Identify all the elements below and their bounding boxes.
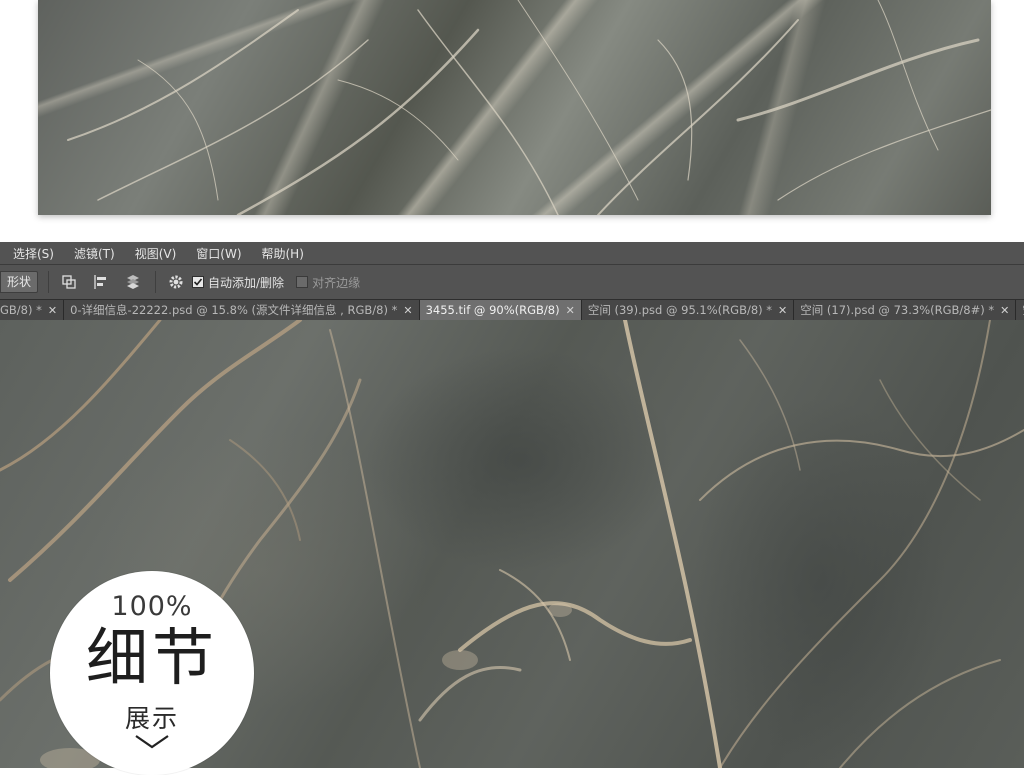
tab-document-active[interactable]: 3455.tif @ 90%(RGB/8) ✕ (419, 300, 582, 320)
shape-mode-dropdown[interactable]: 形状 (0, 271, 39, 293)
menu-window[interactable]: 窗口(W) (189, 245, 248, 262)
align-edges-checkbox[interactable] (296, 276, 309, 288)
options-bar: 形状 自动添加/删除 对齐边缘 (0, 265, 1024, 300)
close-icon[interactable]: ✕ (1000, 304, 1009, 317)
path-operations-icon[interactable] (57, 270, 81, 294)
badge-percent: 100% (111, 591, 193, 622)
tab-document[interactable]: 空间 (17).psd @ 73.3%(RGB/8#) * ✕ (794, 300, 1017, 320)
tab-document[interactable]: 0-详细信息-22222.psd @ 15.8% (源文件详细信息 , RGB/… (64, 300, 420, 320)
menu-view[interactable]: 视图(V) (128, 245, 184, 262)
tab-label: 空间 (39).psd @ 95.1%(RGB/8) * (587, 303, 773, 317)
close-icon[interactable]: ✕ (778, 304, 787, 317)
preview-area (0, 0, 1024, 242)
close-icon[interactable]: ✕ (566, 304, 575, 317)
close-icon[interactable]: ✕ (48, 304, 57, 317)
close-icon[interactable]: ✕ (403, 304, 412, 317)
menu-help[interactable]: 帮助(H) (255, 245, 311, 262)
tab-label: 3455.tif @ 90%(RGB/8) (425, 303, 560, 317)
path-arrangement-icon[interactable] (121, 270, 145, 294)
align-edges-label: 对齐边缘 (312, 275, 361, 290)
auto-add-delete-label: 自动添加/删除 (208, 275, 285, 290)
marble-preview-image (38, 0, 991, 215)
tab-label: 0-详细信息-22222.psd @ 15.8% (源文件详细信息 , RGB/… (70, 303, 398, 317)
separator (155, 271, 157, 293)
detail-badge: 100% 细节 展示 (50, 571, 254, 775)
menu-bar: 选择(S) 滤镜(T) 视图(V) 窗口(W) 帮助(H) (0, 242, 1024, 265)
tab-document[interactable]: 空间 (39).psd @ 95.1%(RGB/8) * ✕ (581, 300, 795, 320)
tab-label: 空间 (17).psd @ 73.3%(RGB/8#) * (800, 303, 995, 317)
gear-icon[interactable] (164, 270, 188, 294)
chevron-down-icon (135, 735, 169, 749)
separator (48, 271, 50, 293)
auto-add-delete-checkbox[interactable] (192, 276, 205, 288)
badge-subtitle: 展示 (124, 704, 179, 733)
path-alignment-icon[interactable] (89, 270, 113, 294)
menu-select[interactable]: 选择(S) (6, 245, 61, 262)
tab-document[interactable]: RGB/8) * ✕ (0, 300, 65, 320)
menu-filter[interactable]: 滤镜(T) (67, 245, 122, 262)
tab-label: RGB/8) * (0, 303, 42, 317)
document-tab-bar: RGB/8) * ✕ 0-详细信息-22222.psd @ 15.8% (源文件… (0, 300, 1024, 320)
badge-title: 细节 (85, 621, 218, 694)
marble-veins-top (67, 0, 991, 215)
tab-document[interactable]: 空间 (1016, 300, 1024, 320)
